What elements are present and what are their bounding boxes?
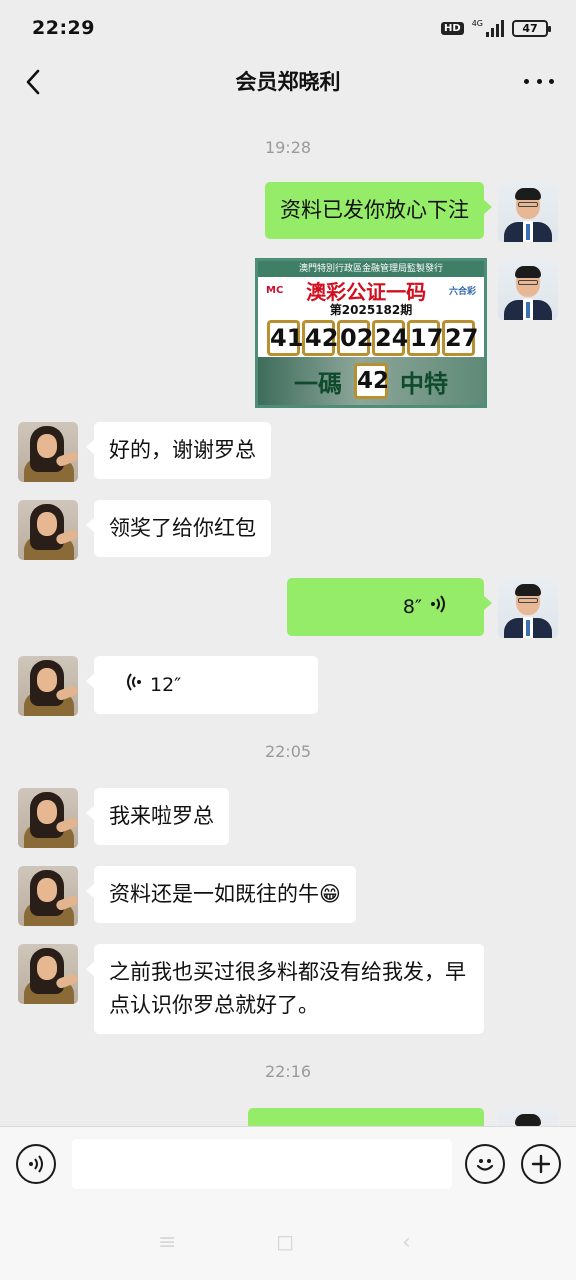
timestamp: 22:05	[264, 742, 312, 761]
poster-special-number: 42	[354, 363, 389, 399]
contact-avatar[interactable]	[18, 656, 78, 716]
poster-logo-left: MC	[266, 284, 284, 296]
poster-number: 27	[442, 320, 478, 356]
hd-badge: HD	[441, 21, 464, 35]
message-bubble-received[interactable]: 领奖了给你红包	[86, 500, 271, 557]
message-bubble-sent[interactable]: 资料已发你放心下注	[265, 182, 492, 239]
status-bar: 22:29 HD 4G 47	[0, 0, 576, 56]
contact-avatar[interactable]	[18, 788, 78, 848]
poster-numbers: 41 42 02 24 17 27	[258, 320, 484, 356]
poster-title: 澳彩公证一码	[306, 279, 427, 304]
voice-wave-icon	[430, 591, 448, 624]
chat-title: 会员郑晓利	[235, 70, 341, 94]
poster-number: 02	[337, 320, 373, 356]
message-bubble-received[interactable]: 好的，谢谢罗总	[86, 422, 271, 479]
contact-avatar[interactable]	[18, 422, 78, 482]
poster-number: 41	[267, 320, 303, 356]
input-bar	[0, 1126, 576, 1200]
contact-avatar[interactable]	[18, 866, 78, 926]
plus-icon[interactable]	[521, 1144, 561, 1184]
my-avatar[interactable]	[498, 260, 558, 320]
home-key-icon[interactable]: ◻	[276, 1230, 294, 1255]
voice-duration: 12″	[150, 673, 182, 696]
network-type: 4G	[471, 19, 483, 28]
more-dots-icon[interactable]	[524, 66, 554, 96]
my-avatar[interactable]	[498, 578, 558, 638]
chat-message-list[interactable]: 19:28 资料已发你放心下注 澳門特別行政區金融管理局監製發行 MC 澳彩公证…	[0, 106, 576, 1126]
emoji-icon[interactable]	[465, 1144, 505, 1184]
voice-message-received[interactable]: 12″	[86, 656, 318, 714]
status-icons: HD 4G 47	[441, 19, 551, 37]
poster-bottom-banner: 一碼 42 中特	[258, 357, 484, 405]
back-key-icon[interactable]: ‹	[402, 1230, 411, 1255]
status-time: 22:29	[32, 17, 95, 39]
voice-duration: 8″	[402, 595, 422, 618]
poster-issue: 第2025182期	[329, 303, 413, 317]
timestamp: 22:16	[264, 1062, 312, 1081]
poster-bottom-right: 中特	[400, 368, 448, 398]
poster-bottom-left: 一碼	[294, 368, 342, 398]
battery-icon: 47	[512, 19, 551, 37]
poster-number: 42	[302, 320, 338, 356]
message-bubble-sent-partial[interactable]	[248, 1108, 492, 1126]
voice-mode-icon[interactable]	[16, 1144, 56, 1184]
timestamp: 19:28	[264, 138, 312, 157]
voice-wave-icon	[124, 669, 142, 702]
chat-header: 会员郑晓利	[0, 56, 576, 106]
message-bubble-received[interactable]: 我来啦罗总	[86, 788, 229, 845]
signal-icon: 4G	[472, 19, 504, 37]
system-nav-bar: ≡ ◻ ‹	[0, 1200, 576, 1280]
my-avatar[interactable]	[498, 1108, 558, 1126]
message-bubble-received[interactable]: 资料还是一如既往的牛😁	[86, 866, 356, 923]
menu-key-icon[interactable]: ≡	[158, 1230, 176, 1255]
battery-level: 47	[522, 21, 538, 35]
poster-number: 17	[407, 320, 443, 356]
voice-message-sent[interactable]: 8″	[287, 578, 492, 636]
poster-logo-right: 六合彩	[448, 286, 476, 297]
contact-avatar[interactable]	[18, 500, 78, 560]
poster-number: 24	[372, 320, 408, 356]
message-input[interactable]	[72, 1139, 452, 1189]
my-avatar[interactable]	[498, 182, 558, 242]
message-bubble-received[interactable]: 之前我也买过很多料都没有给我发，早点认识你罗总就好了。	[86, 944, 484, 1034]
back-arrow-icon[interactable]	[14, 62, 54, 102]
image-message[interactable]: 澳門特別行政區金融管理局監製發行 MC 澳彩公证一码 六合彩 第2025182期…	[255, 258, 487, 408]
contact-avatar[interactable]	[18, 944, 78, 1004]
